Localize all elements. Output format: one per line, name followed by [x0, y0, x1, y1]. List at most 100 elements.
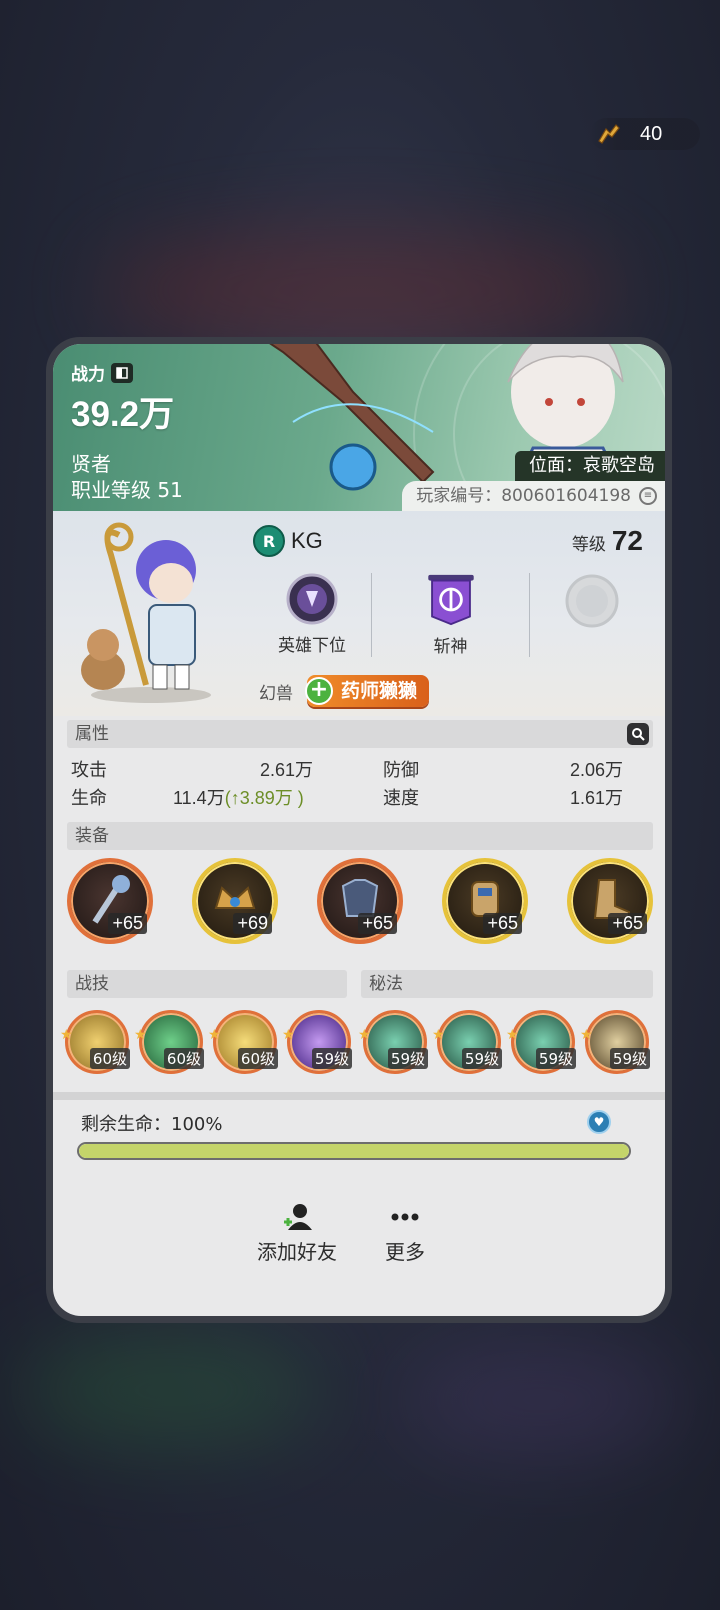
honor-guild[interactable]: 斩神: [371, 573, 529, 657]
equipment-level: +69: [233, 913, 272, 934]
player-id: 玩家编号：800601604198: [416, 486, 631, 506]
heart-icon[interactable]: ♥: [587, 1110, 611, 1134]
energy-counter: 40: [590, 118, 700, 150]
defense-label: 防御: [383, 760, 419, 781]
star-icon: ★: [506, 1027, 519, 1043]
level-label: 等级: [571, 535, 606, 555]
star-icon: ★: [208, 1027, 221, 1043]
skill-level: 60级: [237, 1048, 278, 1069]
star-icon: ★: [60, 1027, 73, 1043]
power-label: 战力: [71, 365, 105, 385]
secret-slot[interactable]: ★ 59级: [358, 1010, 428, 1074]
honor-empty-slot[interactable]: [529, 573, 653, 657]
star-icon: ★: [432, 1027, 445, 1043]
star-icon: ★: [134, 1027, 147, 1043]
search-icon[interactable]: [627, 723, 649, 745]
secret-slot[interactable]: ★ 59级: [580, 1010, 650, 1074]
attack-value: 2.61万: [259, 760, 313, 780]
hp-bar: [77, 1142, 631, 1160]
secret-slot[interactable]: ★ 59级: [432, 1010, 502, 1074]
hp-stat-row: 11.4万(↑3.89万 ): [173, 784, 304, 810]
character-avatar[interactable]: [61, 515, 221, 705]
attack-label: 攻击: [71, 760, 107, 781]
speed-value: 1.61万: [569, 788, 623, 808]
skill-slot[interactable]: ★ 59级: [282, 1010, 352, 1074]
background-blur: [400, 1340, 680, 1460]
star-icon: ★: [358, 1027, 371, 1043]
secret-level: 59级: [387, 1048, 428, 1069]
equipment-slot[interactable]: +65: [442, 858, 528, 944]
secrets-title: 秘法: [369, 974, 403, 994]
add-friend-button[interactable]: 添加好友: [257, 1202, 337, 1265]
background-blur: [20, 1330, 320, 1450]
class-name: 贤者: [71, 452, 111, 476]
skill-slot[interactable]: ★ 60级: [208, 1010, 278, 1074]
remaining-hp-label: 剩余生命：100%: [81, 1114, 223, 1135]
beast-label: 幻兽: [259, 683, 293, 704]
more-label: 更多: [385, 1240, 425, 1264]
location-tag: 位面：哀歌空岛: [515, 451, 665, 481]
player-badge-icon: R: [253, 525, 285, 557]
power-info-icon[interactable]: [111, 362, 133, 383]
hp-bonus-close: ): [292, 788, 304, 808]
copy-icon[interactable]: ≡: [639, 487, 657, 505]
honor-hero-rank[interactable]: 英雄下位: [253, 573, 371, 657]
star-icon: ★: [580, 1027, 593, 1043]
plus-icon: +: [305, 677, 333, 705]
equipment-slot[interactable]: +65: [67, 858, 153, 944]
equipment-title: 装备: [75, 826, 109, 846]
power-value: 39.2万: [71, 395, 175, 434]
profile-section: R KG 等级 72 英雄下位 斩神 幻兽 + 药师獭獭: [53, 511, 665, 716]
equipment-level: +65: [608, 913, 647, 934]
honor-label: 英雄下位: [278, 636, 346, 656]
player-profile-card: 战力 39.2万 贤者 职业等级 51 位面：哀歌空岛 玩家编号：8006016…: [46, 337, 672, 1323]
equipment-header: 装备: [67, 822, 653, 850]
add-friend-label: 添加好友: [257, 1240, 337, 1264]
equipment-level: +65: [483, 913, 522, 934]
honor-row: 英雄下位 斩神: [253, 573, 653, 657]
equipment-slot[interactable]: +65: [317, 858, 403, 944]
add-friend-icon: [284, 1204, 312, 1230]
arrow-up-icon: ↑: [230, 788, 240, 808]
secret-level: 59级: [535, 1048, 576, 1069]
hero-rank-emblem-icon: [286, 573, 338, 625]
empty-slot-icon: [565, 574, 618, 628]
skill-level: 59级: [311, 1048, 352, 1069]
more-button[interactable]: 更多: [385, 1202, 425, 1265]
energy-value: 40: [640, 122, 663, 145]
divider: [53, 1092, 665, 1100]
secret-level: 59级: [609, 1048, 650, 1069]
skills-header: 战技: [67, 970, 347, 998]
speed-label: 速度: [383, 788, 419, 809]
skill-slot[interactable]: ★ 60级: [134, 1010, 204, 1074]
background-blur: [100, 230, 620, 350]
star-icon: ★: [282, 1027, 295, 1043]
hp-bonus: 3.89万: [239, 788, 293, 808]
player-name: KG: [291, 528, 323, 553]
hp-stat-value: 11.4万: [173, 788, 225, 808]
secret-slot[interactable]: ★ 59级: [506, 1010, 576, 1074]
stamina-icon: [598, 124, 620, 144]
beast-name: 药师獭獭: [341, 680, 418, 702]
skills-title: 战技: [75, 974, 109, 994]
player-name-row: R KG: [253, 525, 323, 557]
player-level: 等级 72: [572, 525, 643, 557]
skill-level: 60级: [163, 1048, 204, 1069]
honor-label: 斩神: [433, 637, 468, 657]
secrets-header: 秘法: [361, 970, 653, 998]
hp-bar-fill: [79, 1144, 629, 1158]
defense-value: 2.06万: [569, 760, 623, 780]
equipment-level: +65: [358, 913, 397, 934]
equipment-slot[interactable]: +65: [567, 858, 653, 944]
attributes-header: 属性: [67, 720, 653, 748]
equipment-slot[interactable]: +69: [192, 858, 278, 944]
hp-stat-label: 生命: [71, 788, 107, 809]
guild-banner-icon: [427, 574, 474, 626]
class-level: 职业等级 51: [71, 478, 183, 502]
power-label-row: 战力: [71, 360, 133, 385]
level-value: 72: [611, 525, 643, 556]
more-icon: [391, 1213, 419, 1221]
equipment-level: +65: [108, 913, 147, 934]
skill-slot[interactable]: ★ 60级: [60, 1010, 130, 1074]
beast-button[interactable]: + 药师獭獭: [305, 675, 430, 707]
